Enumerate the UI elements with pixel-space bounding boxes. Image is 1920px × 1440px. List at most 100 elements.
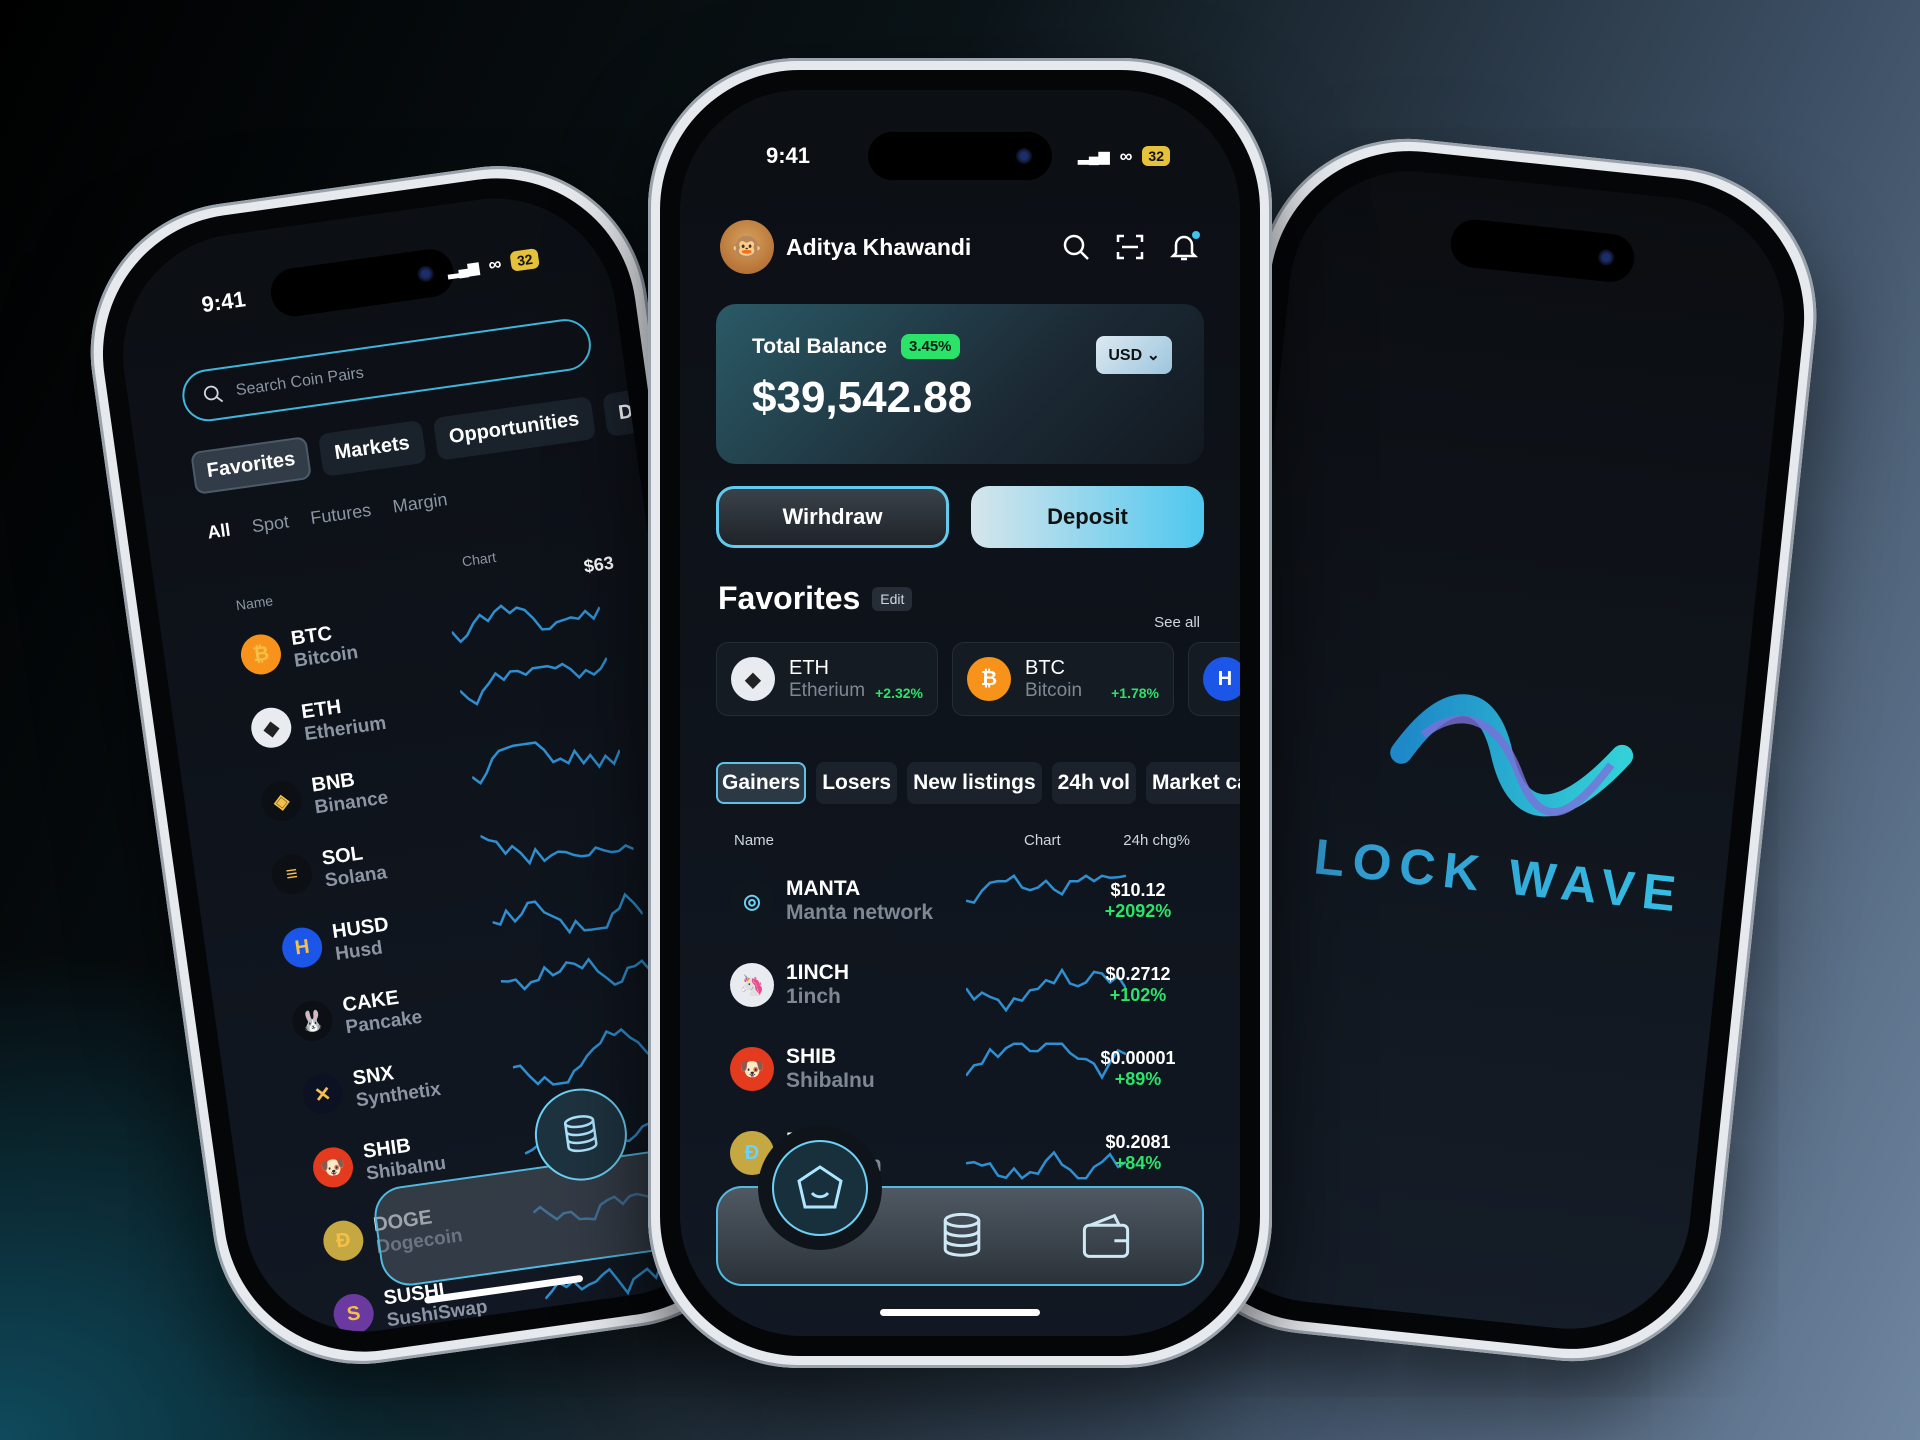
withdraw-button[interactable]: Wirhdraw bbox=[716, 486, 949, 548]
see-all-link[interactable]: See all bbox=[1154, 614, 1200, 631]
wave-logo-icon bbox=[1390, 694, 1634, 817]
coin-icon: ₿ bbox=[238, 631, 284, 678]
search-placeholder: Search Coin Pairs bbox=[234, 364, 365, 400]
wallet-icon[interactable] bbox=[1076, 1206, 1136, 1266]
coin-price: $0.2081 bbox=[1105, 1132, 1171, 1152]
avatar[interactable]: 🐵 bbox=[720, 220, 774, 274]
status-bar: 9:41 ▂▄▆ ∞ 32 bbox=[680, 136, 1240, 176]
coin-icon: 🐶 bbox=[310, 1144, 356, 1190]
currency-select[interactable]: USD ⌄ bbox=[1096, 336, 1172, 374]
coin-symbol: BTC bbox=[1025, 656, 1065, 679]
gainers-table-header: Name Chart 24h chg% bbox=[734, 832, 1200, 852]
header-chart: Chart bbox=[460, 548, 498, 570]
favorites-carousel: ◆ ETHEtherium +2.32% ₿ BTCBitcoin +1.78% HHH bbox=[716, 642, 1240, 716]
coin-symbol: MANTA bbox=[786, 877, 861, 900]
coin-icon: ◆ bbox=[731, 657, 775, 701]
balance-card: Total Balance 3.45% $39,542.88 USD ⌄ bbox=[716, 304, 1204, 464]
center-phone-mockup: 9:41 ▂▄▆ ∞ 32 🐵 Aditya Khawandi Total Ba… bbox=[648, 58, 1272, 1368]
dynamic-island bbox=[1448, 217, 1637, 285]
gainer-row[interactable]: 🐶 SHIB ShibaInu $0.00001 +89% bbox=[730, 1034, 1200, 1104]
coins-stack-icon[interactable] bbox=[932, 1206, 992, 1266]
signal-icon: ▂▄▆ bbox=[1078, 147, 1110, 164]
tab-favorites[interactable]: Favorites bbox=[190, 436, 312, 495]
edit-favorites-button[interactable]: Edit bbox=[872, 586, 913, 611]
battery-icon: 32 bbox=[509, 248, 540, 272]
market-type-tabs: All Spot Futures Margin bbox=[206, 489, 449, 543]
tab-24h-vol[interactable]: 24h vol bbox=[1051, 762, 1136, 804]
subtab-spot[interactable]: Spot bbox=[251, 511, 291, 537]
notification-dot bbox=[1192, 231, 1200, 239]
coin-icon: Ð bbox=[320, 1218, 366, 1264]
user-header: 🐵 Aditya Khawandi bbox=[720, 220, 1200, 274]
header-name: Name bbox=[734, 832, 775, 849]
sparkline-chart bbox=[450, 604, 601, 644]
status-bar: 9:41 ▂▄▆ ∞ 32 bbox=[114, 228, 611, 337]
coin-name: Bitcoin bbox=[1025, 679, 1083, 701]
coins-stack-icon bbox=[563, 1115, 598, 1153]
sparkline-chart bbox=[492, 892, 644, 935]
header-chart: Chart bbox=[1024, 832, 1061, 849]
coin-symbol: ETH bbox=[789, 656, 829, 679]
coin-icon: ◎ bbox=[730, 879, 774, 923]
coin-icon: ₿ bbox=[967, 657, 1011, 701]
sparkline-chart bbox=[471, 741, 621, 785]
balance-amount: $39,542.88 bbox=[752, 373, 973, 422]
gainer-row[interactable]: ◎ MANTA Manta network $10.12 +2092% bbox=[730, 866, 1200, 936]
status-time: 9:41 bbox=[766, 143, 811, 168]
balance-label: Total Balance bbox=[752, 334, 887, 358]
sparkline-chart bbox=[512, 1027, 665, 1086]
coin-symbol: 1INCH bbox=[786, 961, 850, 984]
favorite-card[interactable]: ₿ BTC Bitcoin +1.78% bbox=[952, 642, 1174, 716]
coin-name: 1inch bbox=[786, 985, 841, 1008]
subtab-all[interactable]: All bbox=[206, 520, 232, 544]
tab-new-listings[interactable]: New listings bbox=[907, 762, 1042, 804]
search-icon[interactable] bbox=[1060, 231, 1092, 263]
link-icon: ∞ bbox=[1119, 145, 1133, 166]
home-indicator[interactable] bbox=[880, 1309, 1040, 1316]
header-change: 24h chg% bbox=[1123, 832, 1190, 849]
coin-icon: ✕ bbox=[300, 1071, 346, 1117]
sparkline-chart bbox=[552, 1319, 704, 1348]
coin-price: $0.2712 bbox=[1105, 964, 1171, 984]
header-name: Name bbox=[234, 592, 275, 614]
sparkline-chart bbox=[500, 957, 652, 991]
tab-opportunities[interactable]: Opportunities bbox=[432, 396, 596, 461]
chevron-down-icon: ⌄ bbox=[1146, 347, 1160, 364]
tab-gainers[interactable]: Gainers bbox=[716, 762, 807, 804]
deposit-button[interactable]: Deposit bbox=[971, 486, 1204, 548]
lockwave-logo: LOCK WAVE bbox=[1237, 657, 1777, 931]
tab-markets[interactable]: Markets bbox=[317, 419, 427, 477]
coin-icon: ◈ bbox=[258, 778, 305, 824]
splash-screen: LOCK WAVE bbox=[1183, 159, 1797, 1341]
coin-icon: H bbox=[279, 924, 325, 971]
coin-icon: ◆ bbox=[248, 705, 294, 751]
coin-icon: H bbox=[1203, 657, 1240, 701]
coin-change: +2092% bbox=[1104, 901, 1172, 921]
coin-symbol: MANA bbox=[393, 1340, 545, 1347]
battery-icon: 32 bbox=[1142, 146, 1170, 166]
coin-price: $10.12 bbox=[1110, 880, 1166, 900]
tab-losers[interactable]: Losers bbox=[816, 762, 898, 804]
left-table-header: Name Chart $63 bbox=[233, 530, 627, 614]
subtab-margin[interactable]: Margin bbox=[391, 489, 448, 517]
coin-icon: 🦄 bbox=[730, 963, 774, 1007]
tab-market-cap[interactable]: Market ca bbox=[1146, 762, 1240, 804]
balance-change-badge: 3.45% bbox=[900, 334, 960, 359]
coin-change: +102% bbox=[1109, 985, 1167, 1005]
favorite-card[interactable]: HHH bbox=[1188, 642, 1240, 716]
bell-icon[interactable] bbox=[1168, 231, 1200, 263]
price-fragment: $63 bbox=[582, 552, 616, 577]
favorite-card[interactable]: ◆ ETH Etherium +2.32% bbox=[716, 642, 938, 716]
favorites-heading: Favorites Edit bbox=[718, 580, 913, 617]
currency-value: USD bbox=[1108, 347, 1143, 364]
coin-symbol: SHIB bbox=[786, 1045, 837, 1068]
coin-icon: S bbox=[331, 1291, 377, 1337]
gainer-row[interactable]: 🦄 1INCH 1inch $0.2712 +102% bbox=[730, 950, 1200, 1020]
scan-icon[interactable] bbox=[1114, 231, 1146, 263]
logo-text: LOCK WAVE bbox=[1237, 820, 1760, 932]
home-fab[interactable] bbox=[772, 1140, 868, 1236]
coin-change: +2.32% bbox=[875, 685, 923, 701]
sparkline-chart bbox=[459, 657, 608, 706]
subtab-futures[interactable]: Futures bbox=[309, 500, 372, 529]
signal-icon: ▂▄▆ bbox=[446, 257, 480, 279]
